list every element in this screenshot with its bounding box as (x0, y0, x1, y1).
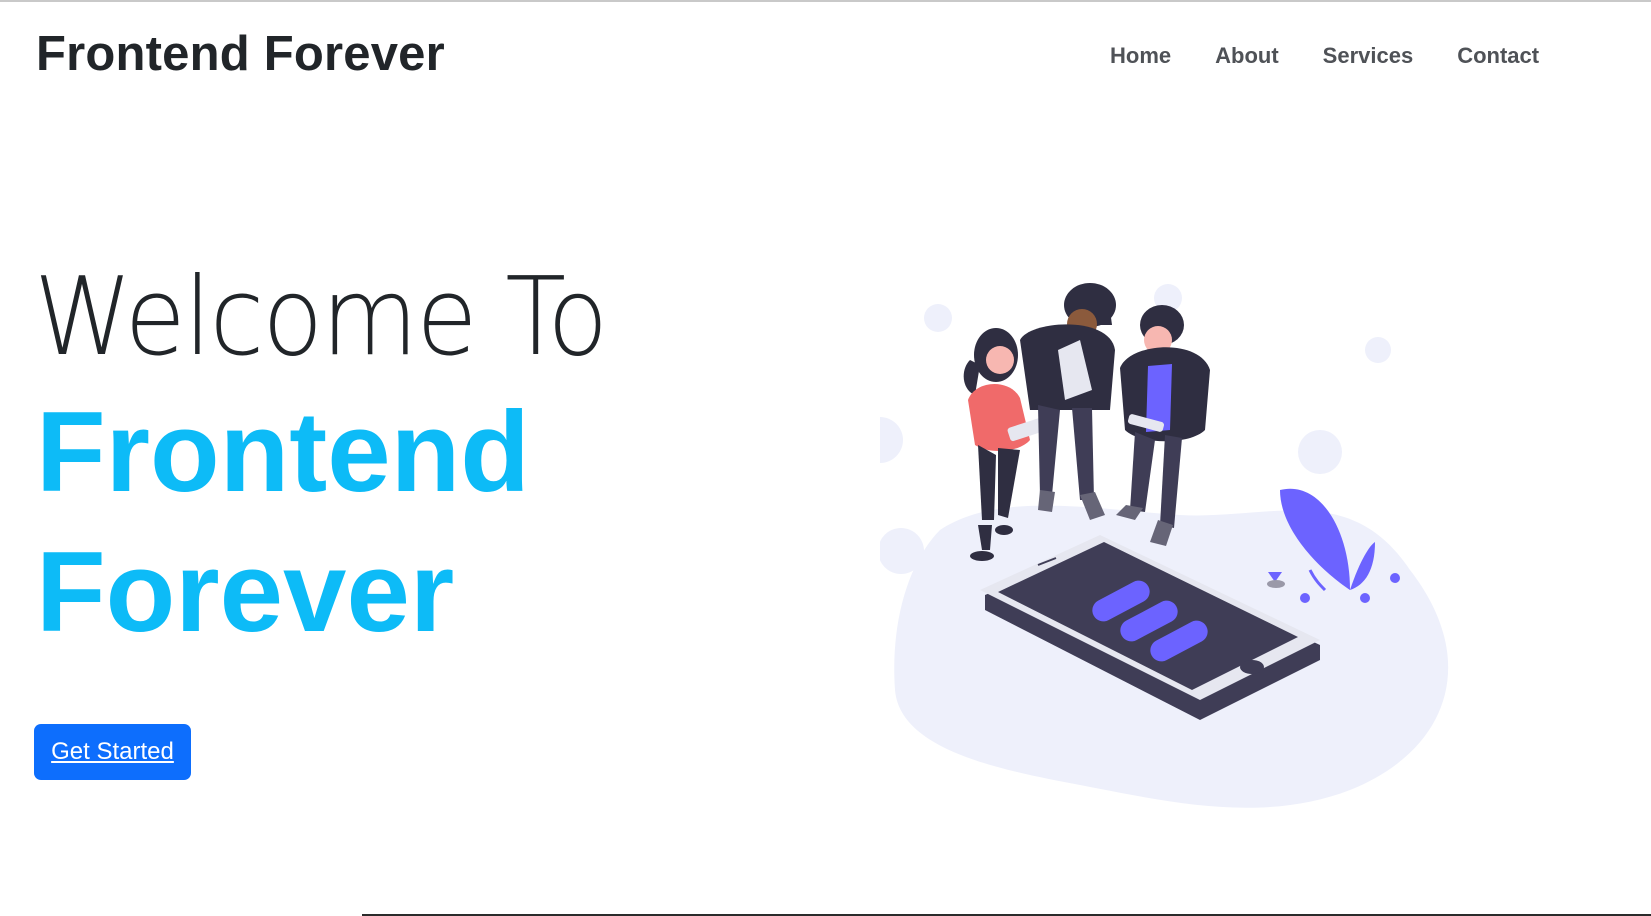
decor-circle (878, 528, 924, 574)
hero-heading-welcome: Welcome To (34, 255, 608, 380)
illustration-svg (857, 283, 1449, 808)
hero-heading-frontend: Frontend (36, 389, 530, 516)
landing-page: Frontend Forever Home About Services Con… (0, 0, 1651, 916)
person-man-right-icon (1116, 305, 1210, 546)
nav-item-about[interactable]: About (1215, 43, 1279, 69)
decor-circle (857, 417, 903, 463)
main-nav: Home About Services Contact (1110, 36, 1583, 76)
team-phone-illustration (857, 280, 1520, 840)
nav-item-services[interactable]: Services (1323, 43, 1414, 69)
decor-circle (924, 304, 952, 332)
nav-item-contact[interactable]: Contact (1457, 43, 1539, 69)
decor-circle (1298, 430, 1342, 474)
decor-circle (1365, 337, 1391, 363)
hero-heading-forever: Forever (36, 529, 455, 656)
person-man-center-icon (1020, 283, 1116, 520)
brand-logo-text[interactable]: Frontend Forever (36, 24, 445, 84)
get-started-button[interactable]: Get Started (34, 724, 191, 780)
top-divider (0, 0, 1651, 2)
nav-item-home[interactable]: Home (1110, 43, 1171, 69)
